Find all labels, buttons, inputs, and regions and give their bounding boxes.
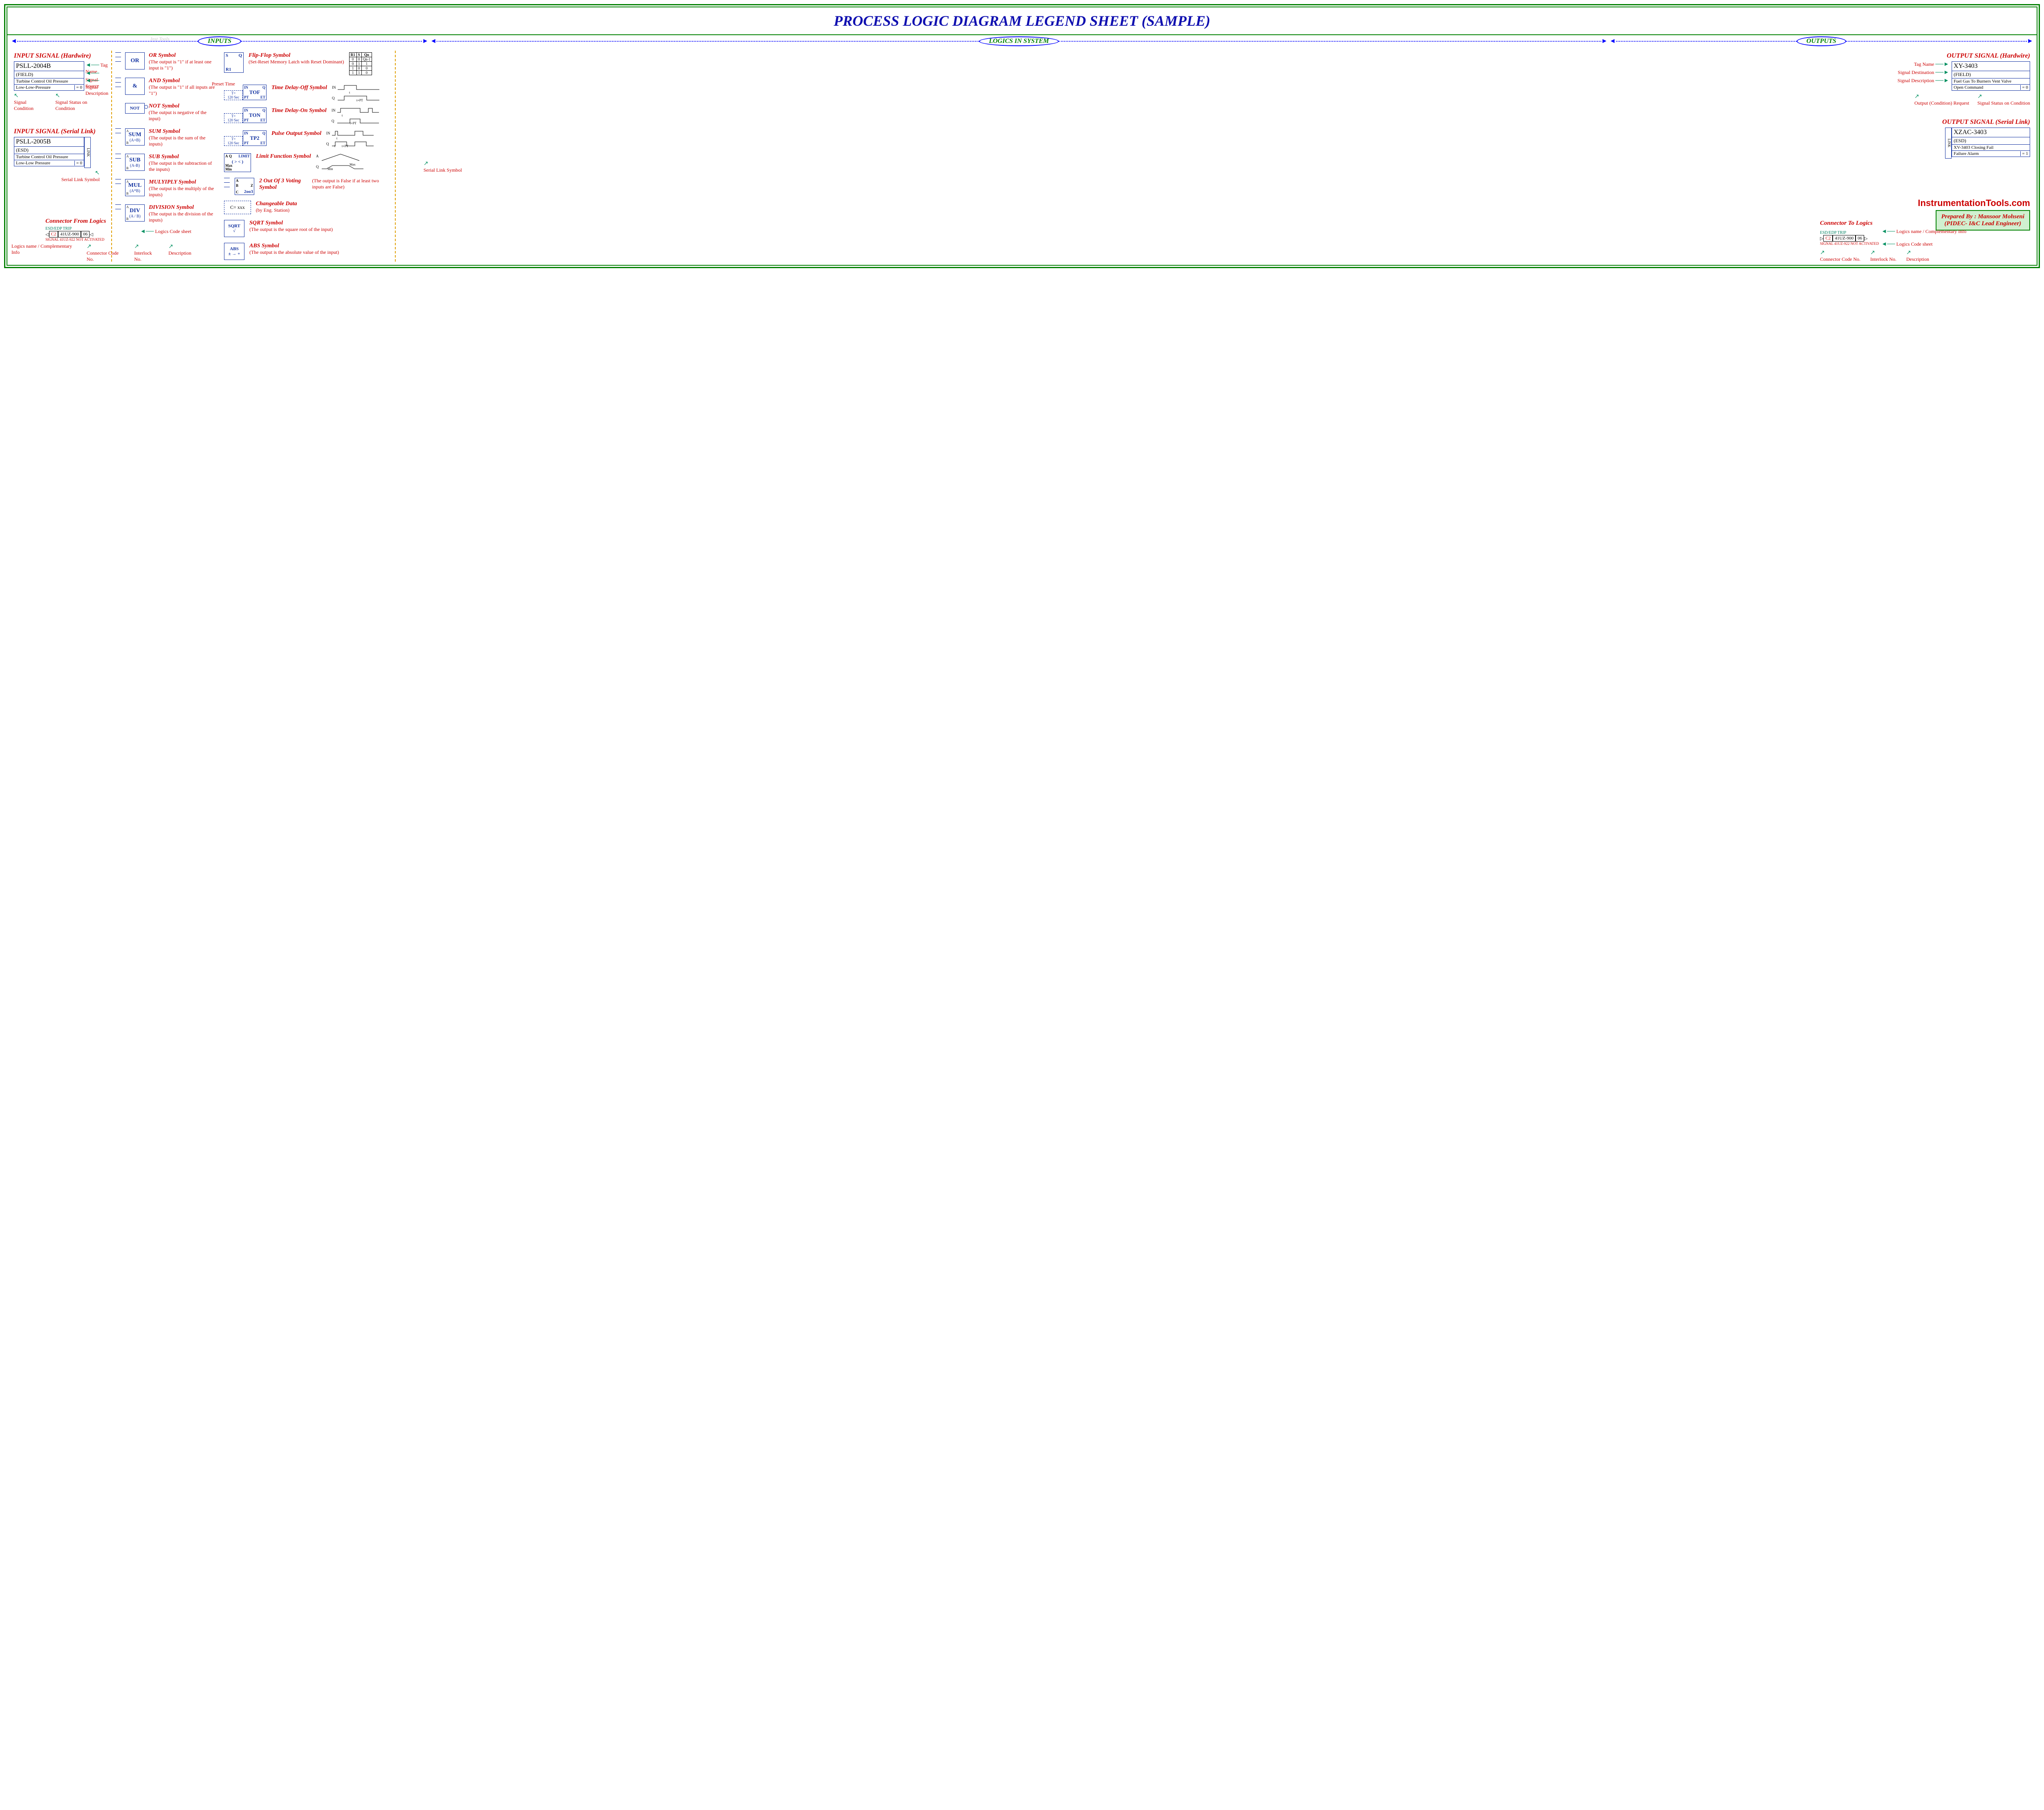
svg-text:t+PT: t+PT [356, 99, 363, 102]
diagram-title: PROCESS LOGIC DIAGRAM LEGEND SHEET (SAMP… [834, 13, 1210, 29]
svg-text:Q: Q [326, 142, 329, 146]
ton-wave-icon: IN t Q t+PT [332, 108, 381, 125]
svg-text:t: t [342, 114, 343, 117]
connector-to-icon: ▷ C2 41UZ-900 06 ▷ [1820, 235, 1879, 242]
preset-time-box: T=120 Sec [224, 90, 243, 100]
tag-name: XY-3403 [1952, 62, 2030, 71]
signal-destination: (FIELD) [1952, 71, 2030, 78]
label-signal-status: ↗Signal Status on Condition [1977, 93, 2030, 106]
signal-description: Turbine Control Oil Pressure [14, 154, 84, 160]
main-body: INPUT SIGNAL (Hardwire) PSLL-2004B (FIEL… [7, 47, 2037, 265]
tag-name: XZAC-3403 [1952, 128, 2030, 137]
svg-text:Max: Max [350, 163, 356, 166]
signal-destination: (ESD) [1952, 137, 2030, 144]
svg-text:IN: IN [326, 131, 330, 135]
voting-symbol: A B Z C 2oo3 2 Out Of 3 Voting Symbol (T… [224, 178, 392, 195]
inner-frame: PROCESS LOGIC DIAGRAM LEGEND SHEET (SAMP… [7, 7, 2037, 266]
tp2-symbol: T=120 Sec IN Q TP2 PT ET Pulse Output Sy… [224, 130, 392, 148]
svg-text:t+PT: t+PT [350, 121, 356, 125]
svg-text:Min: Min [327, 167, 333, 171]
output-condition: Open Command = 0 [1952, 84, 2030, 90]
abs-symbol: ABS± → + ABS Symbol(The output is the ab… [224, 243, 392, 260]
and-symbol: & AND Symbol(The output is "1" if all in… [115, 78, 217, 96]
sqrt-symbol: SQRT√ SQRT Symbol(The output is the squa… [224, 220, 392, 237]
tof-symbol: T=120 Sec IN Q TOF PT ET Time Delay-Off … [224, 85, 392, 102]
svg-text:Q: Q [316, 165, 319, 169]
signal-description: XV-3403 Closing Fail [1952, 144, 2030, 150]
signal-source: (ESD) [14, 146, 84, 154]
svg-text:A: A [316, 154, 319, 158]
output-hardwire-box: XY-3403 (FIELD) Fuel Gas To Burners Vent… [1952, 61, 2030, 91]
output-condition: Failure Alarm = 1 [1952, 150, 2030, 157]
signal-source: (FIELD) [14, 71, 84, 78]
label-signal-condition: ↖Signal Condition [14, 92, 47, 112]
section-header-row: ◄ INPUTS ► ◄ Inst Tools LOGICS IN SYSTEM… [7, 35, 2037, 47]
svg-text:t: t [336, 137, 338, 140]
flipflop-symbol: S Q R1 Flip-Flop Symbol(Set-Reset Memory… [224, 52, 392, 75]
section-logics: LOGICS IN SYSTEM [979, 36, 1059, 46]
input-serial-header: INPUT SIGNAL (Serial Link) [14, 128, 108, 135]
signal-condition: Low-Low-Pressure = 0 [14, 84, 84, 90]
not-symbol: NOT NOT Symbol(The output is negative of… [115, 103, 217, 122]
output-serial-box: XZAC-3403 (ESD) XV-3403 Closing Fail Fai… [1952, 128, 2030, 157]
col-timing-ops: S Q R1 Flip-Flop Symbol(Set-Reset Memory… [221, 51, 395, 262]
arrow-right-icon: ► [422, 38, 428, 45]
label-serial-link: ↖Serial Link Symbol [14, 170, 100, 183]
changeable-data-symbol: C= xxx Changeable Data(by Eng. Station) [224, 201, 392, 214]
serial-link-icon: LINK [84, 137, 91, 168]
svg-text:IN: IN [332, 108, 336, 112]
input-hardwire-header: INPUT SIGNAL (Hardwire) [14, 52, 108, 60]
serial-link-icon: LINK [1945, 128, 1952, 159]
svg-text:t: t [334, 144, 336, 148]
not-bubble-icon [144, 105, 148, 109]
section-inputs: INPUTS [198, 36, 241, 46]
mul-symbol: ABMUL(A*B) MULYIPLY Symbol(The output is… [115, 179, 217, 198]
ton-symbol: T=120 Sec IN Q TON PT ET Time Delay-On S… [224, 108, 392, 125]
signal-description: Fuel Gas To Burners Vent Valve [1952, 78, 2030, 84]
arrow-right-icon: ► [1601, 38, 1608, 45]
svg-text:IN: IN [332, 85, 336, 90]
input-serial-box: PSLL-2005B (ESD) Turbine Control Oil Pre… [14, 137, 84, 166]
output-hardwire-header: OUTPUT SIGNAL (Hardwire) [399, 52, 2030, 60]
outer-frame: PROCESS LOGIC DIAGRAM LEGEND SHEET (SAMP… [4, 4, 2040, 268]
tag-name: PSLL-2005B [14, 137, 84, 146]
svg-text:t: t [349, 91, 350, 94]
svg-text:Q: Q [332, 96, 335, 100]
watermark: Inst Tools [150, 36, 170, 42]
sub-symbol: ABSUB(A-B) SUB Symbol(The output is the … [115, 154, 217, 172]
arrow-right-icon: ► [2027, 38, 2033, 45]
tof-wave-icon: IN t Q t+PT [332, 85, 381, 102]
credit-link: InstrumentationTools.com [399, 198, 2030, 208]
svg-text:Q: Q [332, 119, 334, 123]
input-hardwire-box: PSLL-2004B (FIELD) Turbine Control Oil P… [14, 61, 84, 91]
sum-symbol: ABSUM(A+B) SUM Symbol(The output is the … [115, 128, 217, 147]
arrow-left-icon: ◄ [1609, 38, 1616, 45]
svg-text:t+PT: t+PT [342, 144, 348, 148]
limit-symbol: A LIMIT Q ( > < ) Max Min Limit Function… [224, 153, 392, 172]
limit-wave-icon: A Q Min Max [316, 153, 365, 170]
title-bar: PROCESS LOGIC DIAGRAM LEGEND SHEET (SAMP… [7, 7, 2037, 35]
label-serial-link: ↗Serial Link Symbol [424, 160, 2030, 173]
connector-from-icon: ◁ C2 41UZ-900 06 ◁ [45, 231, 106, 237]
section-outputs: OUTPUTS [1797, 36, 1846, 46]
arrow-left-icon: ◄ [11, 38, 17, 45]
or-symbol: OR OR Symbol(The output is "1" if at lea… [115, 52, 217, 71]
tp2-wave-icon: IN t Q t t+PT [326, 130, 375, 148]
output-serial-header: OUTPUT SIGNAL (Serial Link) [399, 119, 2030, 126]
connector-to-group: Connector To Logics ESD/EDP TRIP ▷ C2 41… [1820, 220, 1983, 262]
label-output-condition: ↗Output (Condition) Request [1914, 93, 1969, 106]
signal-description: Turbine Control Oil Pressure [14, 78, 84, 84]
flipflop-truth-table: R1SQn 00Qn-1 011 100 110 [349, 52, 372, 75]
col-outputs: OUTPUT SIGNAL (Hardwire) Tag Name ──► Si… [396, 51, 2033, 262]
arrow-left-icon: ◄ [430, 38, 437, 45]
connector-from-group: Connector From Logics ESD/EDP TRIP ◁ C2 … [11, 218, 191, 262]
tag-name: PSLL-2004B [14, 62, 84, 71]
signal-condition: Low-Low Pressure = 0 [14, 160, 84, 166]
